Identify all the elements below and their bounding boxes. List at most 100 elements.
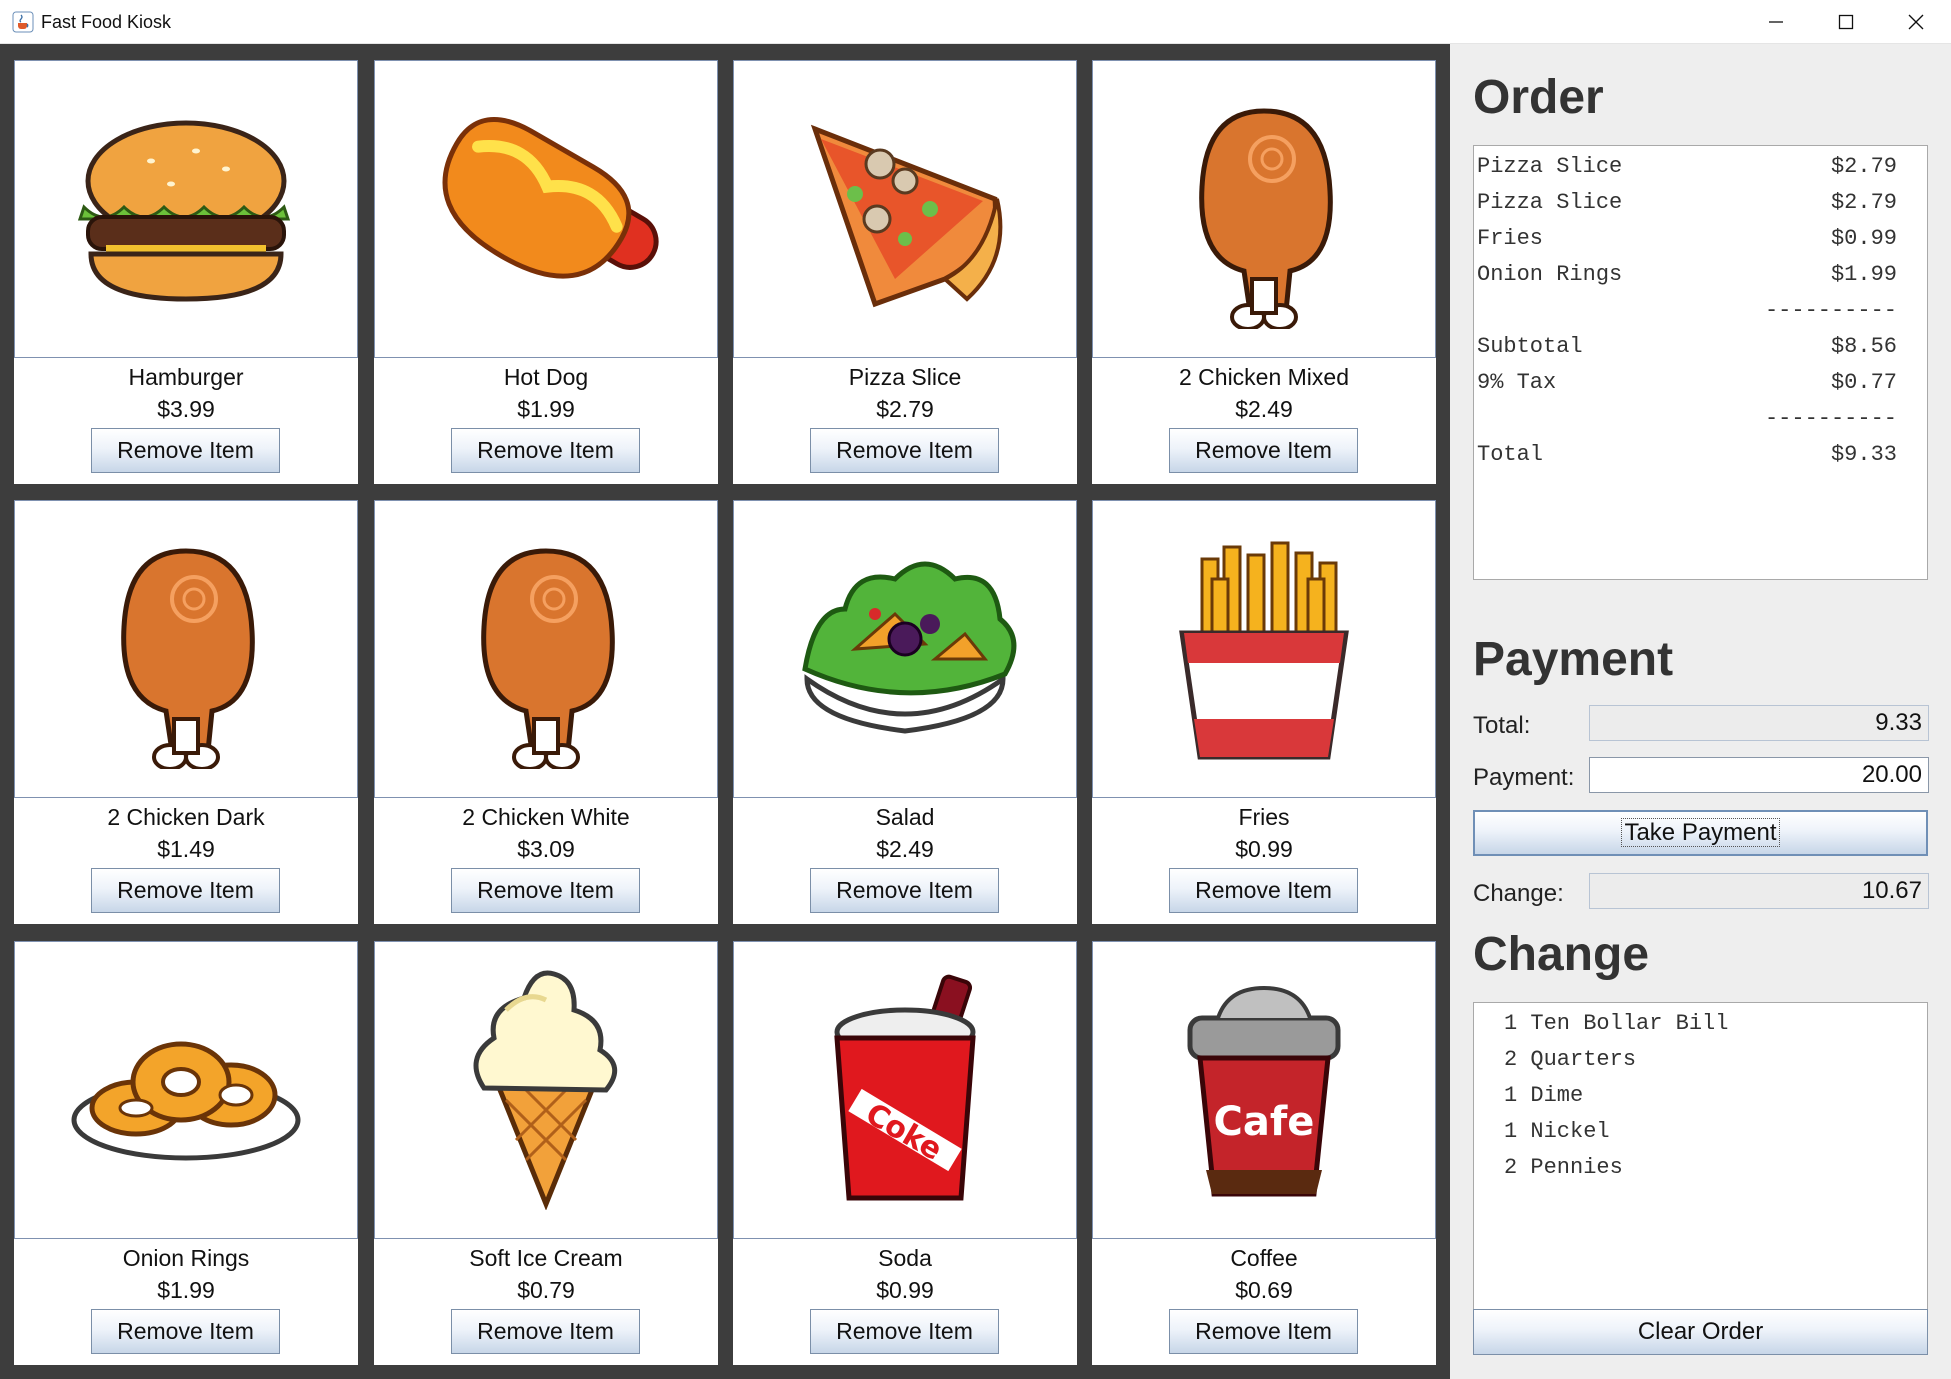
change-line: 1 Dime (1504, 1083, 1584, 1108)
receipt-line-label: Fries (1477, 226, 1544, 251)
chicken-drumstick-icon (1199, 108, 1333, 329)
menu-item-name: Hot Dog (503, 364, 589, 390)
menu-item-image[interactable] (733, 60, 1077, 358)
receipt-line-amount: $9.33 (1830, 442, 1897, 467)
menu-item-image[interactable] (374, 941, 718, 1239)
menu-item-name: Soft Ice Cream (469, 1245, 623, 1271)
menu-item-card[interactable]: 2 Chicken Dark $1.49 Remove Item (14, 500, 358, 924)
menu-item-card[interactable]: 2 Chicken Mixed $2.49 Remove Item (1092, 60, 1436, 484)
menu-item-name: 2 Chicken Mixed (1178, 364, 1350, 390)
menu-item-card[interactable]: Cafe Coffee $0.69 Remove Item (1092, 941, 1436, 1365)
menu-item-price: $2.49 (1235, 396, 1293, 422)
receipt-line-amount: $0.77 (1830, 370, 1897, 395)
order-heading: Order (1473, 71, 1604, 124)
change-line: 1 Nickel (1504, 1119, 1610, 1144)
menu-item-image[interactable]: Cafe (1092, 941, 1436, 1239)
remove-item-button[interactable]: Remove Item (91, 1309, 280, 1354)
receipt-line: Total $9.33 (1477, 442, 1897, 474)
remove-item-button[interactable]: Remove Item (810, 1309, 999, 1354)
menu-item-image[interactable] (14, 60, 358, 358)
minimize-button[interactable] (1741, 0, 1811, 44)
menu-item-card[interactable]: Onion Rings $1.99 Remove Item (14, 941, 358, 1365)
remove-item-button[interactable]: Remove Item (451, 428, 640, 473)
pizza-slice-icon (810, 124, 1003, 308)
total-field: 9.33 (1589, 705, 1929, 741)
remove-item-button[interactable]: Remove Item (810, 428, 999, 473)
menu-item-name: 2 Chicken White (462, 804, 630, 830)
remove-item-button[interactable]: Remove Item (810, 868, 999, 913)
close-button[interactable] (1881, 0, 1951, 44)
menu-item-image[interactable] (374, 60, 718, 358)
change-field: 10.67 (1589, 873, 1929, 909)
receipt-line-label: Onion Rings (1477, 262, 1623, 287)
menu-item-price: $3.09 (517, 836, 575, 862)
payment-input[interactable]: 20.00 (1589, 757, 1929, 793)
remove-item-button[interactable]: Remove Item (451, 868, 640, 913)
remove-item-button[interactable]: Remove Item (1169, 1309, 1358, 1354)
receipt-line-label: Pizza Slice (1477, 154, 1623, 179)
menu-item-card[interactable]: Pizza Slice $2.79 Remove Item (733, 60, 1077, 484)
fries-icon (1179, 541, 1349, 760)
soda-cup-icon: Coke (834, 974, 976, 1201)
menu-item-price: $2.79 (876, 396, 934, 422)
receipt-line: Fries $0.99 (1477, 226, 1897, 258)
menu-item-card[interactable]: Hamburger $3.99 Remove Item (14, 60, 358, 484)
menu-item-card[interactable]: Soft Ice Cream $0.79 Remove Item (374, 941, 718, 1365)
coffee-cup-icon: Cafe (1187, 985, 1341, 1197)
menu-item-image[interactable] (14, 941, 358, 1239)
menu-item-card[interactable]: 2 Chicken White $3.09 Remove Item (374, 500, 718, 924)
remove-item-button[interactable]: Remove Item (1169, 868, 1358, 913)
maximize-button[interactable] (1811, 0, 1881, 44)
menu-item-name: Salad (875, 804, 935, 830)
menu-item-card[interactable]: Salad $2.49 Remove Item (733, 500, 1077, 924)
remove-item-button[interactable]: Remove Item (91, 428, 280, 473)
maximize-icon (1838, 14, 1854, 30)
change-breakdown[interactable]: 1 Ten Bollar Bill 2 Quarters 1 Dime 1 Nicke… (1473, 1002, 1928, 1336)
receipt-line-label: Total (1477, 442, 1544, 467)
receipt-line-label: Pizza Slice (1477, 190, 1623, 215)
receipt-line-amount: $8.56 (1830, 334, 1897, 359)
payment-label: Payment: (1473, 764, 1575, 791)
receipt-line-amount: $2.79 (1830, 154, 1897, 179)
java-cup-icon (12, 11, 34, 33)
menu-item-price: $0.99 (876, 1277, 934, 1303)
hot-dog-icon (442, 116, 659, 279)
receipt-line: Pizza Slice $2.79 (1477, 154, 1897, 186)
title-bar: Fast Food Kiosk (0, 0, 1951, 44)
salad-icon (802, 561, 1017, 734)
menu-item-image[interactable]: Coke (733, 941, 1077, 1239)
onion-rings-icon (71, 1041, 301, 1161)
menu-item-price: $3.99 (157, 396, 215, 422)
close-icon (1908, 14, 1924, 30)
receipt-line: Subtotal $8.56 (1477, 334, 1897, 366)
receipt-line: 9% Tax $0.77 (1477, 370, 1897, 402)
remove-item-button[interactable]: Remove Item (1169, 428, 1358, 473)
menu-item-image[interactable] (14, 500, 358, 798)
remove-item-button[interactable]: Remove Item (91, 868, 280, 913)
receipt-line: ---------- (1477, 298, 1897, 330)
menu-item-image[interactable] (733, 500, 1077, 798)
menu-item-price: $0.69 (1235, 1277, 1293, 1303)
payment-heading: Payment (1473, 633, 1674, 686)
take-payment-button[interactable]: Take Payment (1473, 810, 1928, 856)
menu-item-name: 2 Chicken Dark (107, 804, 265, 830)
hamburger-icon (77, 120, 291, 302)
menu-item-image[interactable] (1092, 60, 1436, 358)
menu-item-name: Onion Rings (122, 1245, 250, 1271)
order-receipt[interactable]: Pizza Slice $2.79 Pizza Slice $2.79 Fries $0.… (1473, 145, 1928, 580)
clear-order-button[interactable]: Clear Order (1473, 1309, 1928, 1355)
menu-item-image[interactable] (1092, 500, 1436, 798)
menu-item-card[interactable]: Fries $0.99 Remove Item (1092, 500, 1436, 924)
menu-item-image[interactable] (374, 500, 718, 798)
minimize-icon (1769, 21, 1783, 23)
menu-item-price: $2.49 (876, 836, 934, 862)
change-heading: Change (1473, 928, 1650, 981)
menu-item-card[interactable]: Coke Soda $0.99 Remove Item (733, 941, 1077, 1365)
receipt-line: Pizza Slice $2.79 (1477, 190, 1897, 222)
receipt-line-amount: ---------- (1764, 298, 1897, 323)
remove-item-button[interactable]: Remove Item (451, 1309, 640, 1354)
menu-item-card[interactable]: Hot Dog $1.99 Remove Item (374, 60, 718, 484)
receipt-line-amount: ---------- (1764, 406, 1897, 431)
side-panel: Order Pizza Slice $2.79 Pizza Slice $2.79 Fr… (1450, 44, 1951, 1379)
menu-grid: Hamburger $3.99 Remove Item Hot Dog $1.99 Rem… (0, 44, 1450, 1379)
